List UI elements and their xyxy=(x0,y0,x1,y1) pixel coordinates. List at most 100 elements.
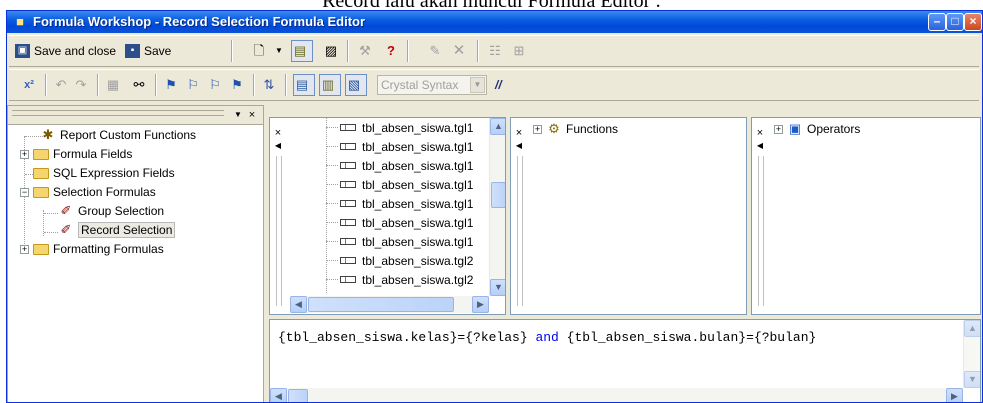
scroll-down-icon[interactable]: ▼ xyxy=(490,279,505,296)
tree-item-functions[interactable]: + ⚙ Functions xyxy=(533,120,618,138)
check-icon: x² xyxy=(24,79,34,91)
tree-item-formula-fields[interactable]: + Formula Fields xyxy=(20,145,132,163)
show-formatting-button[interactable]: ⊞ xyxy=(511,40,527,62)
scroll-thumb[interactable] xyxy=(491,182,505,208)
tree-item-operators[interactable]: + ▣ Operators xyxy=(774,120,860,138)
save-button[interactable]: ▪ Save xyxy=(125,40,171,62)
close-button[interactable]: × xyxy=(964,13,982,31)
redo-button[interactable]: ↷ xyxy=(73,74,89,96)
scroll-right-icon[interactable]: ▶ xyxy=(472,296,489,313)
vertical-scrollbar[interactable]: ▲ ▼ xyxy=(963,320,980,388)
pane-gripper[interactable] xyxy=(517,156,523,306)
collapse-icon[interactable]: − xyxy=(20,187,29,197)
close-pane-icon[interactable]: × xyxy=(272,128,284,139)
expand-button[interactable]: ☷ xyxy=(487,40,503,62)
undo-button[interactable]: ↶ xyxy=(53,74,69,96)
delete-button[interactable]: ✕ xyxy=(451,40,467,62)
rename-button[interactable]: ✎ xyxy=(427,40,443,62)
pin-pane-icon[interactable]: ◀ xyxy=(513,140,525,151)
close-pane-icon[interactable]: × xyxy=(244,107,260,123)
expand-icon[interactable]: + xyxy=(533,124,542,134)
maximize-button[interactable]: □ xyxy=(946,13,964,31)
minimize-button[interactable]: – xyxy=(928,13,946,31)
tree-item-sql-expression-fields[interactable]: SQL Expression Fields xyxy=(33,164,175,182)
find-replace-button[interactable]: ⚯ xyxy=(131,74,147,96)
field-list-item[interactable]: tbl_absen_siswa.tgl2 xyxy=(326,270,473,289)
field-list-item[interactable]: tbl_absen_siswa.tgl1 xyxy=(326,213,473,232)
new-dropdown-button[interactable]: ▼ xyxy=(271,40,287,62)
field-list-item[interactable]: tbl_absen_siswa.tgl1 xyxy=(326,175,473,194)
tree-connector xyxy=(44,232,58,233)
check-button[interactable]: x² xyxy=(21,74,37,96)
field-list-item[interactable]: tbl_absen_siswa.tgl2 xyxy=(326,251,473,270)
close-pane-icon[interactable]: × xyxy=(513,128,525,139)
database-field-icon xyxy=(340,238,356,245)
chevron-down-icon[interactable]: ▼ xyxy=(470,77,485,93)
redo-icon: ↷ xyxy=(75,77,87,92)
new-button[interactable]: 🗋 xyxy=(251,40,267,62)
database-field-icon xyxy=(340,143,356,150)
expand-icon[interactable]: + xyxy=(774,124,783,134)
tree-connector xyxy=(326,127,338,128)
syntax-combobox[interactable]: Crystal Syntax ▼ xyxy=(377,75,487,95)
sort-button[interactable]: ⇅ xyxy=(261,74,277,96)
formula-text-part: {tbl_absen_siswa.kelas}={?kelas} xyxy=(278,330,536,345)
horizontal-scrollbar[interactable]: ◀ ▶ xyxy=(270,388,963,402)
syntax-combobox-value: Crystal Syntax xyxy=(381,78,459,92)
expand-icon[interactable]: + xyxy=(20,244,29,254)
tree-item-selection-formulas[interactable]: − Selection Formulas xyxy=(20,183,156,201)
tree-item-report-custom-functions[interactable]: ✱ Report Custom Functions xyxy=(40,126,197,144)
horizontal-scrollbar[interactable]: ◀ ▶ xyxy=(290,296,489,313)
properties-button[interactable]: ▨ xyxy=(323,40,339,62)
previous-bookmark-button[interactable]: ⚐ xyxy=(207,74,223,96)
tree-item-group-selection[interactable]: ✐ Group Selection xyxy=(58,202,165,220)
clear-bookmarks-button[interactable]: ⚑ xyxy=(229,74,245,96)
toggle-operators-tree-button[interactable]: ▧ xyxy=(345,74,367,96)
expert-button[interactable]: ⚒ xyxy=(357,40,373,62)
tree-item-formatting-formulas[interactable]: + Formatting Formulas xyxy=(20,240,164,258)
open-folder-icon xyxy=(33,186,49,198)
field-list-item[interactable]: tbl_absen_siswa.tgl1 xyxy=(326,156,473,175)
pane-gripper[interactable] xyxy=(758,156,764,306)
pin-pane-icon[interactable]: ◀ xyxy=(272,140,284,151)
scroll-thumb[interactable] xyxy=(288,389,308,402)
save-and-close-button[interactable]: ▣ Save and close xyxy=(15,40,116,62)
scroll-left-icon[interactable]: ◀ xyxy=(270,388,287,402)
scroll-down-icon[interactable]: ▼ xyxy=(964,371,980,388)
toggle-functions-tree-button[interactable]: ▥ xyxy=(319,74,341,96)
comment-button[interactable]: // xyxy=(495,74,502,96)
tree-item-record-selection[interactable]: ✐ Record Selection xyxy=(58,221,176,239)
pin-pane-icon[interactable]: ◀ xyxy=(754,140,766,151)
scroll-thumb[interactable] xyxy=(308,297,454,312)
toolbar-separator xyxy=(97,74,99,96)
tree-item-label: Record Selection xyxy=(78,222,176,238)
field-list-item[interactable]: tbl_absen_siswa.tgl1 xyxy=(326,137,473,156)
scroll-up-icon[interactable]: ▲ xyxy=(490,118,505,135)
toggle-bookmark-button[interactable]: ⚑ xyxy=(163,74,179,96)
formula-text-editor[interactable]: {tbl_absen_siswa.kelas}={?kelas} and {tb… xyxy=(269,319,981,402)
help-button[interactable]: ? xyxy=(383,40,399,62)
formula-text[interactable]: {tbl_absen_siswa.kelas}={?kelas} and {tb… xyxy=(278,330,816,345)
browse-data-button[interactable]: ▦ xyxy=(105,74,121,96)
field-list-item[interactable]: tbl_absen_siswa.tgl1 xyxy=(326,194,473,213)
wand-icon: ⚒ xyxy=(359,43,371,58)
next-bookmark-button[interactable]: ⚐ xyxy=(185,74,201,96)
field-label: tbl_absen_siswa.tgl1 xyxy=(362,234,474,249)
tree-panel-header: ▼ × xyxy=(8,106,263,125)
field-list-item[interactable]: tbl_absen_siswa.tgl1 xyxy=(326,232,474,251)
toggle-tree-button[interactable]: ▤ xyxy=(291,40,313,62)
field-list-item[interactable]: tbl_absen_siswa.tgl1 xyxy=(326,118,474,137)
scroll-up-icon[interactable]: ▲ xyxy=(964,320,980,337)
tree-item-label: Group Selection xyxy=(78,204,165,218)
window-title: Formula Workshop - Record Selection Form… xyxy=(33,14,366,29)
scroll-right-icon[interactable]: ▶ xyxy=(946,388,963,402)
close-pane-icon[interactable]: × xyxy=(754,128,766,139)
pane-gripper[interactable] xyxy=(276,156,282,306)
toggle-fields-tree-button[interactable]: ▤ xyxy=(293,74,315,96)
toolbar-separator xyxy=(347,40,349,62)
expand-icon[interactable]: + xyxy=(20,149,29,159)
scroll-left-icon[interactable]: ◀ xyxy=(290,296,307,313)
field-label: tbl_absen_siswa.tgl1 xyxy=(362,120,474,135)
title-bar[interactable]: ■ Formula Workshop - Record Selection Fo… xyxy=(7,11,982,33)
vertical-scrollbar[interactable]: ▲ ▼ xyxy=(489,118,505,296)
